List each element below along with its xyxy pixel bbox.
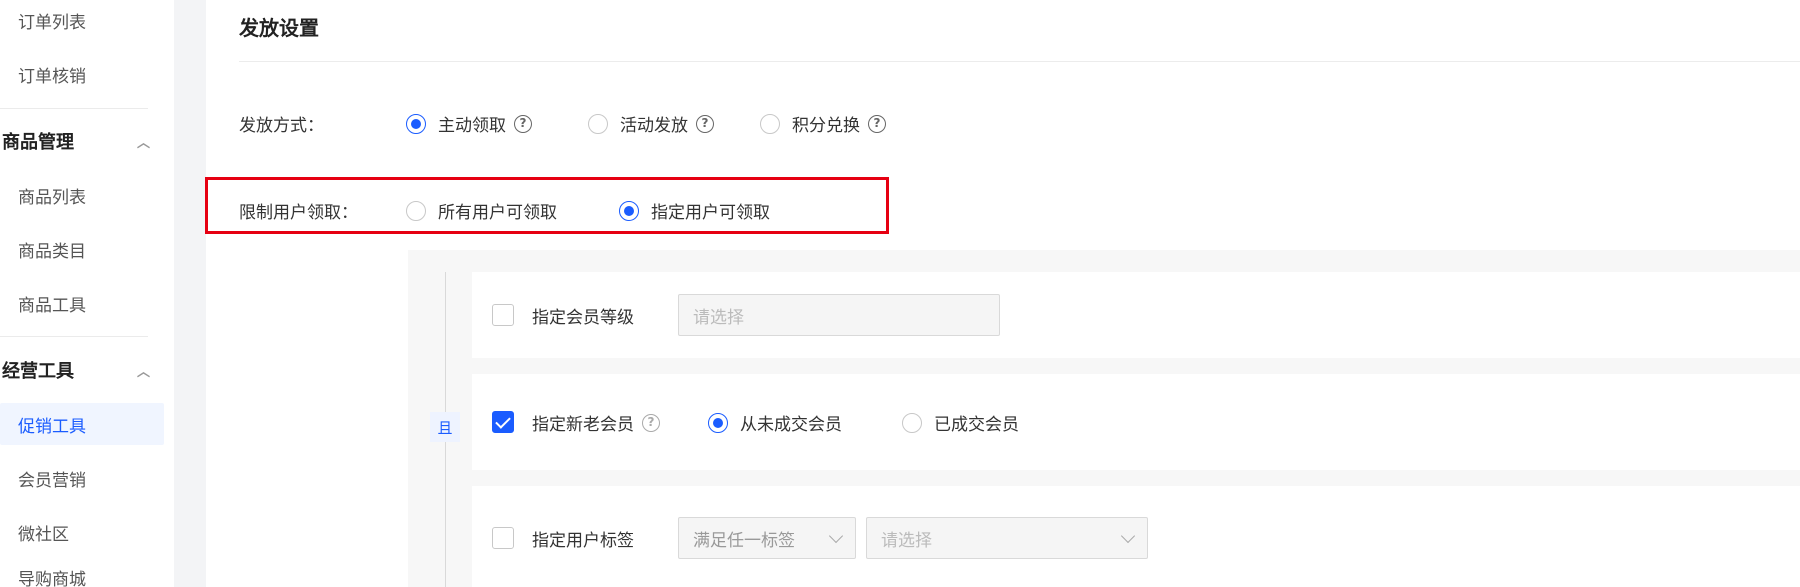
chevron-up-icon: ︿ bbox=[136, 135, 150, 151]
main-content: 发放设置 发放方式： 主动领取 ? 活动发放 ? 积分兑换 ? 限制用户领取： … bbox=[205, 0, 1800, 587]
layout-gutter bbox=[174, 0, 206, 587]
radio-never-purchased[interactable]: 从未成交会员 bbox=[708, 410, 842, 435]
sidebar-item-member-marketing[interactable]: 会员营销 bbox=[0, 457, 164, 499]
radio-restrict-specified-users[interactable]: 指定用户可领取 bbox=[619, 198, 770, 223]
section-divider bbox=[239, 61, 1800, 62]
question-circle-icon[interactable]: ? bbox=[696, 114, 714, 133]
radio-issue-points[interactable]: 积分兑换 ? bbox=[760, 111, 886, 136]
condition-member-level: 指定会员等级 请选择 bbox=[472, 272, 1800, 358]
tag-match-mode-select[interactable]: 满足任一标签 bbox=[678, 517, 856, 559]
member-level-checkbox[interactable] bbox=[492, 304, 514, 326]
condition-user-tags: 指定用户标签 满足任一标签 请选择 bbox=[472, 486, 1800, 587]
question-circle-icon[interactable]: ? bbox=[514, 114, 532, 133]
sidebar-item-order-list[interactable]: 订单列表 bbox=[0, 0, 164, 40]
radio-restrict-all-users[interactable]: 所有用户可领取 bbox=[406, 198, 557, 223]
radio-circle bbox=[708, 412, 728, 433]
new-old-member-label-group: 指定新老会员 ? bbox=[532, 410, 660, 435]
issue-method-label: 发放方式： bbox=[239, 116, 324, 136]
radio-circle bbox=[406, 113, 426, 134]
radio-circle bbox=[619, 200, 639, 221]
condition-new-old-member: 指定新老会员 ? 从未成交会员 已成交会员 bbox=[472, 374, 1800, 470]
radio-circle bbox=[760, 113, 780, 134]
question-circle-icon[interactable]: ? bbox=[642, 413, 660, 432]
member-level-select[interactable]: 请选择 bbox=[678, 294, 1000, 336]
restrict-label: 限制用户领取： bbox=[239, 203, 358, 223]
chevron-up-icon: ︿ bbox=[136, 364, 150, 380]
user-tags-select[interactable]: 请选择 bbox=[866, 517, 1148, 559]
question-circle-icon[interactable]: ? bbox=[868, 114, 886, 133]
sidebar-group-ops[interactable]: 经营工具 ︿ bbox=[0, 349, 164, 391]
sidebar-item-goods-tools[interactable]: 商品工具 bbox=[0, 282, 164, 324]
radio-circle bbox=[406, 200, 426, 221]
sidebar-item-promotion-tools[interactable]: 促销工具 bbox=[0, 403, 164, 445]
radio-circle bbox=[588, 113, 608, 134]
and-badge: 且 bbox=[430, 412, 460, 442]
sidebar: 订单列表 订单核销 商品管理 ︿ 商品列表 商品类目 商品工具 经营工具 ︿ 促… bbox=[0, 0, 174, 587]
sidebar-item-order-verify[interactable]: 订单核销 bbox=[0, 53, 164, 95]
sidebar-item-community[interactable]: 微社区 bbox=[0, 511, 164, 553]
section-title: 发放设置 bbox=[239, 16, 319, 40]
sidebar-divider bbox=[0, 108, 148, 109]
sidebar-item-goods-category[interactable]: 商品类目 bbox=[0, 228, 164, 270]
sidebar-item-guide-mall[interactable]: 导购商城 bbox=[0, 565, 164, 587]
new-old-member-checkbox[interactable] bbox=[492, 411, 514, 433]
chevron-down-icon bbox=[1120, 528, 1136, 544]
sidebar-divider bbox=[0, 336, 148, 337]
chevron-down-icon bbox=[828, 528, 844, 544]
sidebar-group-goods[interactable]: 商品管理 ︿ bbox=[0, 120, 164, 162]
radio-circle bbox=[902, 412, 922, 433]
sidebar-item-goods-list[interactable]: 商品列表 bbox=[0, 174, 164, 216]
radio-issue-active-claim[interactable]: 主动领取 ? bbox=[406, 111, 532, 136]
user-tags-label: 指定用户标签 bbox=[532, 531, 634, 551]
radio-issue-activity[interactable]: 活动发放 ? bbox=[588, 111, 714, 136]
condition-panel: 且 指定会员等级 请选择 指定新老会员 ? 从未成交会员 已成交会员 指定用户标… bbox=[408, 250, 1800, 587]
radio-purchased[interactable]: 已成交会员 bbox=[902, 410, 1019, 435]
user-tags-checkbox[interactable] bbox=[492, 527, 514, 549]
member-level-label: 指定会员等级 bbox=[532, 308, 634, 328]
